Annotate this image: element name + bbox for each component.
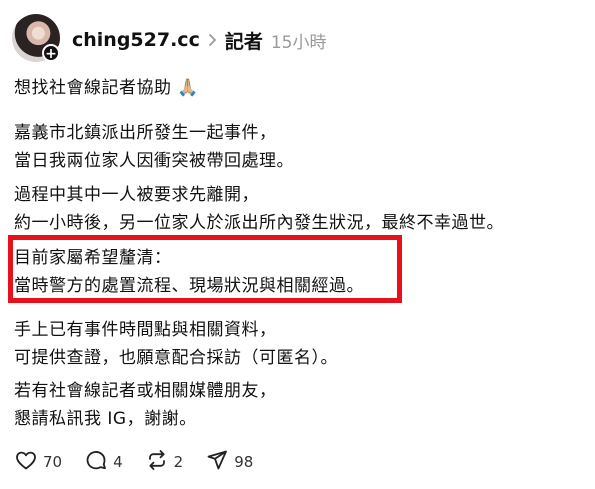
text-line: 嘉義市北鎮派出所發生一起事件， xyxy=(14,123,277,143)
comment-button[interactable]: 4 xyxy=(84,448,123,476)
post-paragraph-highlighted: 目前家屬希望釐清： 當時警方的處置流程、現場狀況與相關經過。 xyxy=(14,244,364,300)
post-header: ching527.cc 記者 15小時 xyxy=(72,26,327,54)
praying-hands-emoji: 🙏🏼 xyxy=(177,78,200,98)
like-button[interactable]: 70 xyxy=(14,448,62,476)
topic-tag[interactable]: 記者 xyxy=(225,27,263,54)
post-paragraph: 手上已有事件時間點與相關資料， 可提供查證，也願意配合採訪（可匿名）。 xyxy=(14,316,338,372)
comment-icon xyxy=(84,448,108,476)
intro-text: 想找社會線記者協助 xyxy=(14,78,172,98)
text-line: 懇請私訊我 IG，謝謝。 xyxy=(14,409,197,429)
text-line: 過程中其中一人被要求先離開， xyxy=(14,185,259,205)
repost-button[interactable]: 2 xyxy=(145,448,184,476)
share-icon xyxy=(205,448,229,476)
share-count: 98 xyxy=(234,453,254,471)
avatar[interactable]: + xyxy=(12,14,60,62)
repost-count: 2 xyxy=(173,453,184,471)
username[interactable]: ching527.cc xyxy=(72,29,200,51)
post-paragraph: 嘉義市北鎮派出所發生一起事件， 當日我兩位家人因衝突被帶回處理。 xyxy=(14,119,294,175)
text-line: 當時警方的處置流程、現場狀況與相關經過。 xyxy=(14,276,364,296)
text-line: 目前家屬希望釐清： xyxy=(14,248,172,268)
chevron-right-icon xyxy=(208,33,218,47)
heart-icon xyxy=(14,448,38,476)
text-line: 若有社會線記者或相關媒體朋友， xyxy=(14,381,277,401)
post-timestamp: 15小時 xyxy=(270,32,327,53)
post-paragraph: 若有社會線記者或相關媒體朋友， 懇請私訊我 IG，謝謝。 xyxy=(14,377,277,433)
share-button[interactable]: 98 xyxy=(205,448,253,476)
repost-icon xyxy=(145,448,169,476)
follow-plus-icon[interactable]: + xyxy=(42,44,60,62)
like-count: 70 xyxy=(43,453,63,471)
post-paragraph: 想找社會線記者協助 🙏🏼 xyxy=(14,74,199,102)
text-line: 約一小時後，另一位家人於派出所內發生狀況，最終不幸過世。 xyxy=(14,213,504,233)
comment-count: 4 xyxy=(113,453,123,471)
thread-post: + ching527.cc 記者 15小時 想找社會線記者協助 🙏🏼 嘉義市北鎮… xyxy=(0,0,595,489)
text-line: 手上已有事件時間點與相關資料， xyxy=(14,320,277,340)
action-bar: 70 4 2 98 xyxy=(14,448,275,476)
text-line: 當日我兩位家人因衝突被帶回處理。 xyxy=(14,151,294,171)
text-line: 可提供查證，也願意配合採訪（可匿名）。 xyxy=(14,348,338,368)
post-paragraph: 過程中其中一人被要求先離開， 約一小時後，另一位家人於派出所內發生狀況，最終不幸… xyxy=(14,181,504,237)
